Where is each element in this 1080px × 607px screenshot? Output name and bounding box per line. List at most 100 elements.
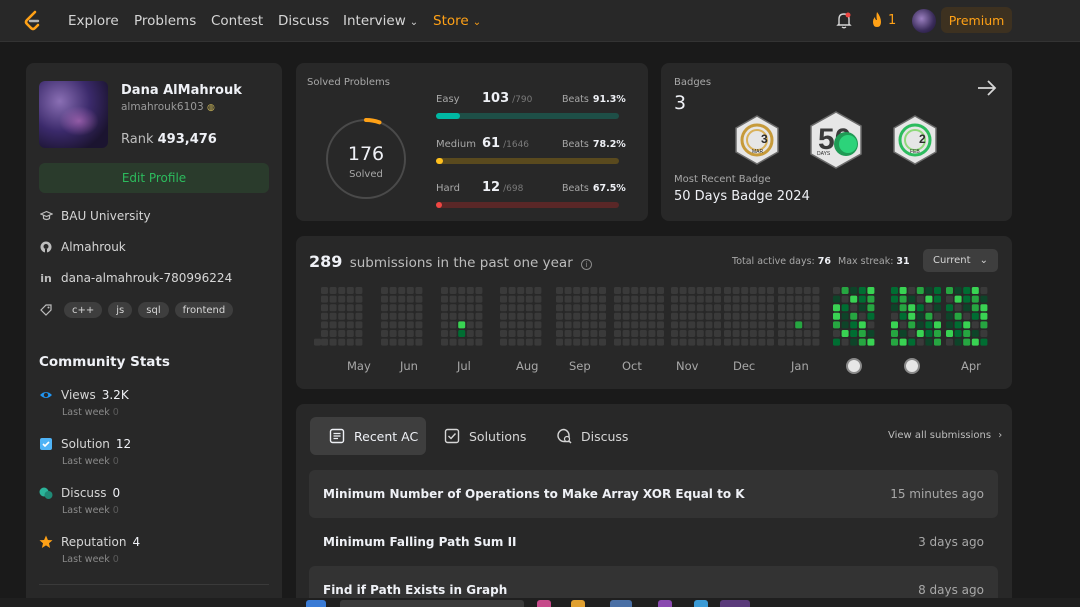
heatmap-cell[interactable]: [812, 287, 820, 294]
heatmap-cell[interactable]: [622, 321, 630, 329]
heatmap-cell[interactable]: [614, 321, 621, 329]
heatmap-cell[interactable]: [556, 295, 563, 303]
heatmap-cell[interactable]: [954, 312, 962, 320]
heatmap-cell[interactable]: [908, 287, 916, 294]
heatmap-cell[interactable]: [916, 321, 924, 329]
heatmap-cell[interactable]: [622, 338, 630, 346]
heatmap-cell[interactable]: [741, 338, 749, 346]
heatmap-cell[interactable]: [534, 338, 542, 346]
heatmap-cell[interactable]: [795, 330, 803, 337]
heatmap-cell[interactable]: [441, 338, 448, 346]
heatmap-cell[interactable]: [508, 338, 516, 346]
heatmap-cell[interactable]: [338, 312, 346, 320]
heatmap-cell[interactable]: [500, 312, 507, 320]
heatmap-cell[interactable]: [657, 295, 664, 303]
heatmap-cell[interactable]: [475, 295, 483, 303]
heatmap-cell[interactable]: [795, 312, 803, 320]
heatmap-cell[interactable]: [724, 295, 731, 303]
heatmap-cell[interactable]: [398, 295, 406, 303]
heatmap-cell[interactable]: [812, 312, 820, 320]
skill-tag[interactable]: frontend: [174, 302, 234, 318]
heatmap-cell[interactable]: [657, 304, 664, 312]
heatmap-cell[interactable]: [741, 312, 749, 320]
heatmap-cell[interactable]: [850, 330, 858, 337]
heatmap-cell[interactable]: [934, 295, 941, 303]
heatmap-cell[interactable]: [398, 330, 406, 337]
heatmap-cell[interactable]: [346, 295, 354, 303]
taskbar-app-icon[interactable]: [658, 600, 672, 607]
heatmap-cell[interactable]: [657, 287, 664, 294]
heatmap-cell[interactable]: [458, 338, 466, 346]
heatmap-cell[interactable]: [679, 295, 687, 303]
heatmap-cell[interactable]: [714, 312, 721, 320]
heatmap-cell[interactable]: [891, 338, 898, 346]
heatmap-cell[interactable]: [795, 321, 803, 329]
view-all-submissions-link[interactable]: View all submissions ›: [888, 430, 1002, 441]
heatmap-cell[interactable]: [688, 295, 696, 303]
heatmap-cell[interactable]: [525, 287, 533, 294]
heatmap-cell[interactable]: [963, 304, 971, 312]
heatmap-cell[interactable]: [534, 330, 542, 337]
heatmap-cell[interactable]: [639, 304, 647, 312]
heatmap-cell[interactable]: [329, 321, 337, 329]
heatmap-cell[interactable]: [639, 312, 647, 320]
heatmap-cell[interactable]: [891, 312, 898, 320]
submission-row[interactable]: Minimum Falling Path Sum II 3 days ago: [309, 518, 998, 566]
heatmap-cell[interactable]: [696, 321, 704, 329]
heatmap-cell[interactable]: [500, 295, 507, 303]
heatmap-cell[interactable]: [714, 295, 721, 303]
heatmap-cell[interactable]: [724, 338, 731, 346]
heatmap-cell[interactable]: [639, 295, 647, 303]
heatmap-cell[interactable]: [329, 312, 337, 320]
heatmap-cell[interactable]: [441, 330, 448, 337]
heatmap-cell[interactable]: [786, 312, 794, 320]
heatmap-cell[interactable]: [517, 304, 525, 312]
heatmap-cell[interactable]: [688, 287, 696, 294]
heatmap-cell[interactable]: [508, 287, 516, 294]
heatmap-cell[interactable]: [599, 287, 606, 294]
heatmap-cell[interactable]: [934, 287, 941, 294]
heatmap-cell[interactable]: [833, 304, 840, 312]
heatmap-cell[interactable]: [891, 287, 898, 294]
heatmap-cell[interactable]: [696, 295, 704, 303]
heatmap-cell[interactable]: [954, 287, 962, 294]
heatmap-cell[interactable]: [381, 338, 388, 346]
windows-start-icon[interactable]: [306, 600, 326, 607]
heatmap-cell[interactable]: [850, 295, 858, 303]
heatmap-cell[interactable]: [556, 287, 563, 294]
heatmap-cell[interactable]: [758, 321, 766, 329]
heatmap-cell[interactable]: [458, 287, 466, 294]
heatmap-cell[interactable]: [696, 312, 704, 320]
heatmap-cell[interactable]: [458, 321, 466, 329]
mar-badge-icon[interactable]: 3 MAR: [734, 115, 780, 165]
heatmap-cell[interactable]: [475, 338, 483, 346]
heatmap-cell[interactable]: [925, 312, 933, 320]
heatmap-cell[interactable]: [590, 287, 598, 294]
heatmap-cell[interactable]: [705, 330, 713, 337]
nav-contest[interactable]: Contest: [211, 13, 263, 29]
heatmap-cell[interactable]: [599, 338, 606, 346]
heatmap-cell[interactable]: [934, 321, 941, 329]
heatmap-cell[interactable]: [934, 304, 941, 312]
heatmap-cell[interactable]: [758, 338, 766, 346]
heatmap-cell[interactable]: [963, 295, 971, 303]
heatmap-cell[interactable]: [946, 295, 953, 303]
heatmap-cell[interactable]: [971, 304, 979, 312]
heatmap-cell[interactable]: [564, 304, 572, 312]
heatmap-cell[interactable]: [803, 321, 811, 329]
heatmap-cell[interactable]: [908, 321, 916, 329]
heatmap-cell[interactable]: [415, 338, 423, 346]
heatmap-cell[interactable]: [355, 338, 363, 346]
heatmap-cell[interactable]: [355, 287, 363, 294]
heatmap-cell[interactable]: [631, 321, 639, 329]
heatmap-cell[interactable]: [338, 304, 346, 312]
heatmap-cell[interactable]: [631, 295, 639, 303]
heatmap-cell[interactable]: [741, 295, 749, 303]
heatmap-cell[interactable]: [648, 312, 656, 320]
heatmap-cell[interactable]: [346, 304, 354, 312]
heatmap-cell[interactable]: [590, 304, 598, 312]
heatmap-cell[interactable]: [441, 321, 448, 329]
heatmap-cell[interactable]: [338, 287, 346, 294]
heatmap-cell[interactable]: [899, 295, 907, 303]
heatmap-cell[interactable]: [891, 321, 898, 329]
